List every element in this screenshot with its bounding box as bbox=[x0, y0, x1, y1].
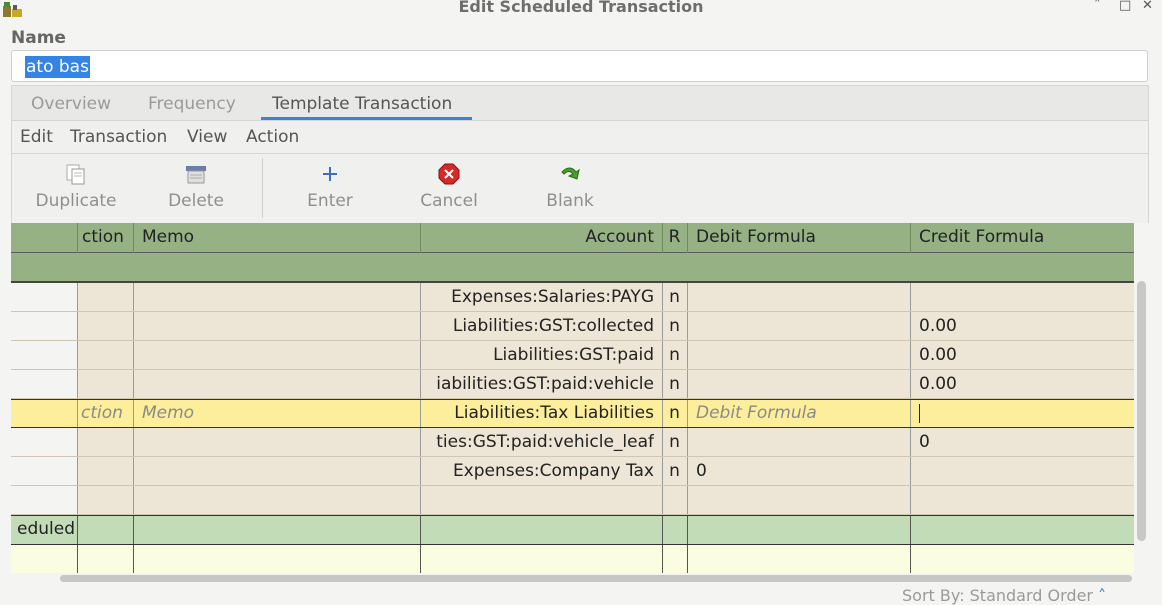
split-debit-cell[interactable]: 0 bbox=[696, 457, 906, 486]
blank-label: Blank bbox=[546, 191, 594, 211]
split-account-cell[interactable]: Expenses:Company Tax bbox=[420, 457, 654, 486]
split-debit-cell[interactable] bbox=[696, 312, 906, 341]
split-debit-cell[interactable]: Debit Formula bbox=[696, 399, 906, 428]
tab-frequency[interactable]: Frequency bbox=[148, 94, 236, 114]
header-account: Account bbox=[585, 227, 654, 247]
split-row[interactable]: Expenses:Company Tax n 0 bbox=[11, 457, 1134, 486]
split-debit-cell[interactable] bbox=[696, 341, 906, 370]
menu-transaction[interactable]: Transaction bbox=[70, 127, 167, 147]
header-action: ction bbox=[82, 227, 124, 247]
split-credit-cell[interactable]: 0.00 bbox=[919, 312, 1129, 341]
split-account-cell[interactable]: Liabilities:Tax Liabilities bbox=[420, 399, 654, 428]
delete-button[interactable]: Delete bbox=[146, 154, 246, 222]
template-register[interactable]: ction Memo Account R Debit Formula Credi… bbox=[11, 223, 1134, 573]
sort-status-text: Sort By: Standard Order bbox=[902, 586, 1093, 605]
name-input[interactable]: ato bas bbox=[11, 50, 1148, 82]
blank-transaction-row[interactable] bbox=[11, 544, 1134, 573]
split-row[interactable]: iabilities:GST:paid:vehicle n 0.00 bbox=[11, 370, 1134, 399]
scheduled-label: eduled bbox=[17, 519, 75, 539]
enter-button[interactable]: Enter bbox=[280, 154, 380, 222]
title-bar: Edit Scheduled Transaction ˄ □ ✕ bbox=[0, 0, 1162, 20]
duplicate-label: Duplicate bbox=[35, 191, 117, 211]
active-tab-indicator bbox=[261, 117, 472, 120]
split-account-cell[interactable] bbox=[420, 486, 654, 515]
header-reconcile: R bbox=[668, 227, 681, 247]
split-credit-cell[interactable] bbox=[919, 283, 1129, 312]
notebook-tabs: Overview Frequency Template Transaction bbox=[11, 85, 1149, 121]
split-reconcile-cell[interactable]: n bbox=[662, 457, 687, 486]
split-row[interactable]: Liabilities:GST:collected n 0.00 bbox=[11, 312, 1134, 341]
split-action-cell[interactable]: ction bbox=[81, 399, 133, 428]
enter-label: Enter bbox=[307, 191, 353, 211]
duplicate-icon bbox=[64, 162, 88, 191]
duplicate-button[interactable]: Duplicate bbox=[26, 154, 126, 222]
header-memo: Memo bbox=[142, 227, 195, 247]
maximize-icon[interactable]: □ bbox=[1119, 0, 1131, 13]
split-memo-cell[interactable]: Memo bbox=[142, 399, 412, 428]
split-reconcile-cell[interactable]: n bbox=[662, 399, 687, 428]
text-cursor bbox=[919, 404, 920, 423]
register-header: ction Memo Account R Debit Formula Credi… bbox=[11, 223, 1134, 282]
split-reconcile-cell[interactable]: n bbox=[662, 283, 687, 312]
split-row[interactable]: Expenses:Salaries:PAYG n bbox=[11, 283, 1134, 312]
menu-action[interactable]: Action bbox=[246, 127, 299, 147]
split-credit-cell[interactable] bbox=[919, 399, 1129, 428]
tab-template-transaction[interactable]: Template Transaction bbox=[272, 94, 452, 114]
split-debit-cell[interactable] bbox=[696, 486, 906, 515]
split-account-cell[interactable]: Liabilities:GST:collected bbox=[420, 312, 654, 341]
cancel-label: Cancel bbox=[420, 191, 478, 211]
header-debit: Debit Formula bbox=[696, 227, 816, 247]
split-row[interactable]: Liabilities:GST:paid n 0.00 bbox=[11, 341, 1134, 370]
cancel-button[interactable]: Cancel bbox=[399, 154, 499, 222]
close-icon[interactable]: ✕ bbox=[1142, 0, 1153, 13]
split-reconcile-cell[interactable]: n bbox=[662, 341, 687, 370]
menu-view[interactable]: View bbox=[187, 127, 227, 147]
window-title: Edit Scheduled Transaction bbox=[458, 0, 704, 16]
header-credit: Credit Formula bbox=[919, 227, 1045, 247]
split-account-cell[interactable]: Liabilities:GST:paid bbox=[420, 341, 654, 370]
menu-bar: Edit Transaction View Action bbox=[11, 121, 1149, 153]
cancel-icon bbox=[437, 162, 461, 191]
split-account-cell[interactable]: ties:GST:paid:vehicle_leaf bbox=[420, 428, 654, 457]
blank-arrow-icon bbox=[558, 162, 582, 191]
name-input-value[interactable]: ato bas bbox=[25, 56, 90, 78]
blank-button[interactable]: Blank bbox=[520, 154, 620, 222]
split-debit-cell[interactable] bbox=[696, 370, 906, 399]
vertical-scrollbar[interactable] bbox=[1137, 281, 1146, 541]
menu-edit[interactable]: Edit bbox=[20, 127, 53, 147]
sort-status: Sort By: Standard Order ˄ bbox=[902, 586, 1106, 605]
split-row[interactable]: ties:GST:paid:vehicle_leaf n 0 bbox=[11, 428, 1134, 457]
scheduled-transaction-row[interactable]: eduled bbox=[11, 515, 1134, 544]
horizontal-scrollbar[interactable] bbox=[60, 575, 1132, 582]
toolbar: Duplicate Delete Enter Cancel Blank bbox=[11, 153, 1149, 223]
plus-icon bbox=[318, 162, 342, 191]
split-account-cell[interactable]: Expenses:Salaries:PAYG bbox=[420, 283, 654, 312]
minimize-icon[interactable]: ˄ bbox=[1094, 0, 1101, 13]
delete-icon bbox=[184, 162, 208, 191]
header-row-2 bbox=[11, 252, 1134, 283]
split-credit-cell[interactable] bbox=[919, 486, 1129, 515]
split-row[interactable] bbox=[11, 486, 1134, 515]
toolbar-separator bbox=[262, 158, 263, 218]
split-row-active[interactable]: ction Memo Liabilities:Tax Liabilities n Deb… bbox=[11, 399, 1134, 428]
split-credit-cell[interactable] bbox=[919, 457, 1129, 486]
delete-label: Delete bbox=[168, 191, 224, 211]
split-debit-cell[interactable] bbox=[696, 283, 906, 312]
split-credit-cell[interactable]: 0.00 bbox=[919, 341, 1129, 370]
split-credit-cell[interactable]: 0 bbox=[919, 428, 1129, 457]
split-reconcile-cell[interactable]: n bbox=[662, 370, 687, 399]
split-reconcile-cell[interactable] bbox=[662, 486, 687, 515]
split-credit-cell[interactable]: 0.00 bbox=[919, 370, 1129, 399]
name-label: Name bbox=[11, 28, 66, 48]
split-reconcile-cell[interactable]: n bbox=[662, 312, 687, 341]
chevron-up-icon[interactable]: ˄ bbox=[1098, 586, 1106, 605]
split-debit-cell[interactable] bbox=[696, 428, 906, 457]
tab-overview[interactable]: Overview bbox=[31, 94, 111, 114]
split-account-cell[interactable]: iabilities:GST:paid:vehicle bbox=[420, 370, 654, 399]
split-reconcile-cell[interactable]: n bbox=[662, 428, 687, 457]
